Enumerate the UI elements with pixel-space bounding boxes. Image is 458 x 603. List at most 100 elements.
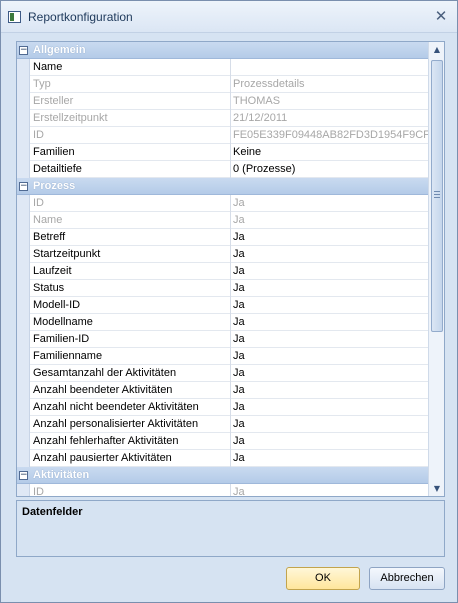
row-gutter	[17, 280, 30, 297]
property-row[interactable]: Familienname Ja	[17, 348, 428, 365]
row-gutter	[17, 263, 30, 280]
column-divider[interactable]	[230, 450, 231, 467]
row-gutter	[17, 127, 30, 144]
property-row[interactable]: Typ Prozessdetails	[17, 76, 428, 93]
property-name: Erstellzeitpunkt	[33, 112, 108, 124]
property-row[interactable]: Erstellzeitpunkt 21/12/2011	[17, 110, 428, 127]
column-divider[interactable]	[230, 314, 231, 331]
scrollbar-thumb[interactable]	[431, 60, 443, 332]
property-value[interactable]: Ja	[233, 316, 428, 328]
column-divider[interactable]	[230, 110, 231, 127]
property-row[interactable]: Familien-ID Ja	[17, 331, 428, 348]
property-row[interactable]: Startzeitpunkt Ja	[17, 246, 428, 263]
column-divider[interactable]	[230, 297, 231, 314]
property-value[interactable]: Ja	[233, 384, 428, 396]
property-value[interactable]: Ja	[233, 435, 428, 447]
property-row[interactable]: Anzahl fehlerhafter Aktivitäten Ja	[17, 433, 428, 450]
property-row[interactable]: Gesamtanzahl der Aktivitäten Ja	[17, 365, 428, 382]
row-gutter	[17, 59, 30, 76]
property-name: Familien	[33, 146, 75, 158]
property-value[interactable]: Ja	[233, 367, 428, 379]
property-row[interactable]: Familien Keine	[17, 144, 428, 161]
property-row[interactable]: Modellname Ja	[17, 314, 428, 331]
property-name: Anzahl pausierter Aktivitäten	[33, 452, 172, 464]
property-row[interactable]: Name	[17, 59, 428, 76]
property-name: Name	[33, 214, 63, 226]
property-name: ID	[33, 197, 44, 209]
column-divider[interactable]	[230, 382, 231, 399]
property-row[interactable]: Anzahl pausierter Aktivitäten Ja	[17, 450, 428, 467]
row-gutter	[17, 76, 30, 93]
column-divider[interactable]	[230, 76, 231, 93]
property-value[interactable]: Ja	[233, 231, 428, 243]
column-divider[interactable]	[230, 212, 231, 229]
collapse-toggle-icon[interactable]: −	[19, 182, 28, 191]
property-value[interactable]: Ja	[233, 333, 428, 345]
column-divider[interactable]	[230, 433, 231, 450]
property-rows: − Allgemein Name Typ Prozessdetails Ersteller…	[17, 42, 428, 496]
collapse-toggle-icon[interactable]: −	[19, 471, 28, 480]
property-value[interactable]: Ja	[233, 282, 428, 294]
property-row[interactable]: Status Ja	[17, 280, 428, 297]
ok-button[interactable]: OK	[286, 567, 360, 590]
column-divider[interactable]	[230, 195, 231, 212]
vertical-scrollbar[interactable]: ▲ ▼	[428, 42, 444, 496]
cancel-button[interactable]: Abbrechen	[369, 567, 445, 590]
column-divider[interactable]	[230, 263, 231, 280]
property-row[interactable]: Ersteller THOMAS	[17, 93, 428, 110]
property-row[interactable]: Anzahl beendeter Aktivitäten Ja	[17, 382, 428, 399]
category-row[interactable]: − Prozess	[17, 178, 428, 195]
property-name: Anzahl personalisierter Aktivitäten	[33, 418, 199, 430]
property-value[interactable]: Ja	[233, 401, 428, 413]
category-label: Prozess	[33, 180, 76, 192]
property-value[interactable]: Ja	[233, 418, 428, 430]
property-row[interactable]: Anzahl nicht beendeter Aktivitäten Ja	[17, 399, 428, 416]
close-button[interactable]: ✕	[431, 8, 451, 26]
property-value[interactable]: Ja	[233, 299, 428, 311]
column-divider[interactable]	[230, 144, 231, 161]
property-row[interactable]: Laufzeit Ja	[17, 263, 428, 280]
scroll-down-arrow-icon[interactable]: ▼	[429, 481, 444, 496]
property-row[interactable]: ID Ja	[17, 195, 428, 212]
row-gutter	[17, 416, 30, 433]
column-divider[interactable]	[230, 416, 231, 433]
scroll-up-arrow-icon[interactable]: ▲	[429, 42, 444, 57]
category-label: Allgemein	[33, 44, 86, 56]
row-gutter	[17, 246, 30, 263]
property-value[interactable]: Ja	[233, 265, 428, 277]
column-divider[interactable]	[230, 399, 231, 416]
column-divider[interactable]	[230, 331, 231, 348]
column-divider[interactable]	[230, 348, 231, 365]
column-divider[interactable]	[230, 484, 231, 496]
property-value: Ja	[233, 197, 245, 209]
property-name: Familienname	[33, 350, 103, 362]
collapse-toggle-icon[interactable]: −	[19, 46, 28, 55]
row-gutter	[17, 365, 30, 382]
property-value[interactable]: Ja	[233, 452, 428, 464]
property-value[interactable]: 0 (Prozesse)	[233, 163, 428, 175]
property-row[interactable]: Anzahl personalisierter Aktivitäten Ja	[17, 416, 428, 433]
property-row[interactable]: ID Ja	[17, 484, 428, 496]
property-value[interactable]: Keine	[233, 146, 428, 158]
property-row[interactable]: Betreff Ja	[17, 229, 428, 246]
column-divider[interactable]	[230, 93, 231, 110]
property-name: Typ	[33, 78, 51, 90]
property-row[interactable]: Modell-ID Ja	[17, 297, 428, 314]
property-row[interactable]: ID FE05E339F09448AB82FD3D1954F9CF16	[17, 127, 428, 144]
column-divider[interactable]	[230, 246, 231, 263]
column-divider[interactable]	[230, 280, 231, 297]
property-row[interactable]: Name Ja	[17, 212, 428, 229]
row-gutter	[17, 484, 30, 496]
property-value[interactable]: Ja	[233, 350, 428, 362]
category-row[interactable]: − Allgemein	[17, 42, 428, 59]
column-divider[interactable]	[230, 229, 231, 246]
column-divider[interactable]	[230, 365, 231, 382]
column-divider[interactable]	[230, 59, 231, 76]
column-divider[interactable]	[230, 161, 231, 178]
row-gutter	[17, 297, 30, 314]
row-gutter	[17, 382, 30, 399]
column-divider[interactable]	[230, 127, 231, 144]
category-row[interactable]: − Aktivitäten	[17, 467, 428, 484]
property-value[interactable]: Ja	[233, 248, 428, 260]
property-row[interactable]: Detailtiefe 0 (Prozesse)	[17, 161, 428, 178]
